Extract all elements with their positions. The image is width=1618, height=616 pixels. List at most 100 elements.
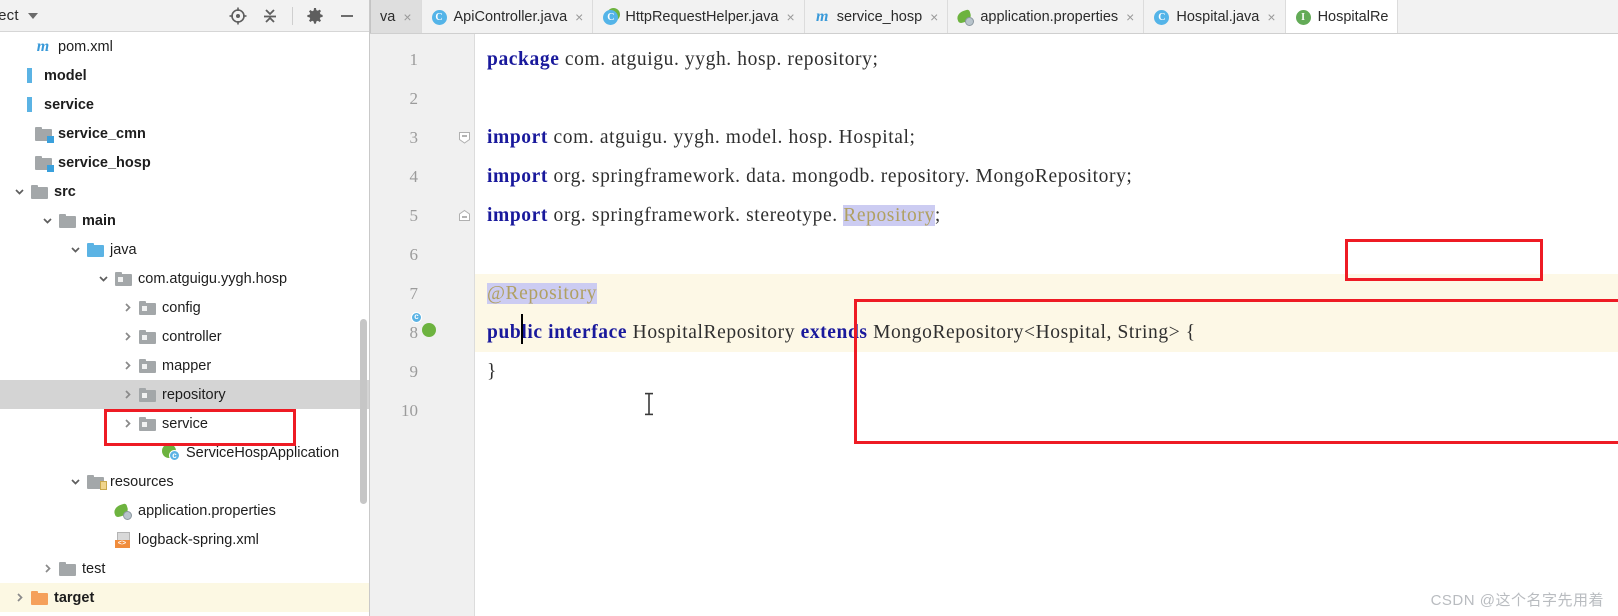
- project-panel-header: oject: [0, 0, 369, 32]
- line-number: 4: [409, 166, 419, 186]
- editor-gutter[interactable]: 1 2 3 4 5 6 7 8 c 9 10: [370, 34, 475, 616]
- line-number: 8: [409, 322, 419, 342]
- tree-item-target[interactable]: target: [0, 583, 369, 612]
- tree-item-label: repository: [162, 386, 226, 403]
- code-line[interactable]: [475, 79, 1618, 118]
- chevron-right-icon[interactable]: [118, 328, 136, 346]
- code-line[interactable]: import org. springframework. data. mongo…: [475, 157, 1618, 196]
- tab-icon: C: [1153, 9, 1170, 26]
- tree-item-controller[interactable]: controller: [0, 322, 369, 351]
- code-line[interactable]: }: [475, 352, 1618, 391]
- gutter-line: 6: [370, 235, 475, 274]
- tree-item-service-cmn[interactable]: service_cmn: [0, 119, 369, 148]
- chevron-right-icon[interactable]: [118, 299, 136, 317]
- tree-item-logback-spring-xml[interactable]: <> logback-spring.xml: [0, 525, 369, 554]
- tree-item-icon: [56, 560, 78, 578]
- tree-item-service-hosp[interactable]: service_hosp: [0, 148, 369, 177]
- tree-item-label: src: [54, 183, 76, 200]
- tab-label: ApiController.java: [453, 9, 568, 25]
- chevron-down-icon[interactable]: [66, 473, 84, 491]
- code-editor[interactable]: 1 2 3 4 5 6 7 8 c 9 10 package com. atguigu. yygh.…: [370, 34, 1618, 616]
- package-icon: [138, 300, 156, 315]
- no-arrow: [94, 531, 112, 549]
- tree-item-config[interactable]: config: [0, 293, 369, 322]
- code-line[interactable]: public interface HospitalRepository exte…: [475, 313, 1618, 352]
- close-icon[interactable]: ×: [930, 9, 938, 25]
- line-number: 3: [409, 127, 419, 147]
- folder-module-icon: [34, 155, 54, 172]
- folder-icon: [30, 184, 48, 199]
- code-content[interactable]: package com. atguigu. yygh. hosp. reposi…: [475, 34, 1618, 616]
- collapse-all-icon[interactable]: [256, 3, 284, 29]
- tree-scrollbar-thumb[interactable]: [360, 319, 367, 504]
- tree-item-resources[interactable]: resources: [0, 467, 369, 496]
- code-token: import: [487, 165, 549, 187]
- gutter-line: 10: [370, 391, 475, 430]
- code-token: import: [487, 204, 549, 226]
- editor-tab-service-hosp[interactable]: m service_hosp ×: [804, 0, 949, 33]
- class-icon: C: [431, 9, 447, 25]
- chevron-right-icon[interactable]: [118, 386, 136, 404]
- tree-item-application-properties[interactable]: application.properties: [0, 496, 369, 525]
- gutter-spring-boot-icon[interactable]: c: [411, 312, 441, 341]
- code-token: e.: [823, 204, 844, 226]
- tree-item-java[interactable]: java: [0, 235, 369, 264]
- code-line[interactable]: import org. springframework. stereotype.…: [475, 196, 1618, 235]
- close-icon[interactable]: ×: [1126, 9, 1134, 25]
- locate-icon[interactable]: [224, 3, 252, 29]
- gutter-line: 8c: [370, 312, 475, 352]
- fold-start-icon[interactable]: [458, 131, 471, 144]
- editor-tab-hospitalre[interactable]: I HospitalRe: [1285, 0, 1399, 33]
- chevron-right-icon[interactable]: [118, 357, 136, 375]
- editor-tab-apicontroller-java[interactable]: C ApiController.java ×: [421, 0, 594, 33]
- fold-end-icon[interactable]: [458, 209, 471, 222]
- project-panel-title[interactable]: oject: [0, 7, 38, 24]
- tab-label: Hospital.java: [1176, 9, 1260, 25]
- tree-item-test[interactable]: test: [0, 554, 369, 583]
- code-line[interactable]: @Repository: [475, 274, 1618, 313]
- chevron-right-icon[interactable]: [10, 589, 28, 607]
- close-icon[interactable]: ×: [575, 9, 583, 25]
- chevron-down-icon[interactable]: [66, 241, 84, 259]
- tree-item-pom-xml[interactable]: m pom.xml: [0, 32, 369, 61]
- close-icon[interactable]: ×: [403, 9, 411, 25]
- chevron-down-icon[interactable]: [38, 212, 56, 230]
- editor-tab-va[interactable]: va ×: [370, 0, 422, 33]
- hide-icon[interactable]: [333, 3, 361, 29]
- editor-tab-httprequesthelper-java[interactable]: C HttpRequestHelper.java ×: [593, 0, 805, 33]
- chevron-down-icon[interactable]: [94, 270, 112, 288]
- tab-label: application.properties: [980, 9, 1119, 25]
- tree-item-mapper[interactable]: mapper: [0, 351, 369, 380]
- close-icon[interactable]: ×: [1267, 9, 1275, 25]
- mouse-ibeam-cursor: [642, 391, 656, 422]
- line-number: 10: [401, 400, 418, 420]
- editor-tab-application-properties[interactable]: application.properties ×: [948, 0, 1145, 33]
- project-tree[interactable]: m pom.xml model service service_cmn service_h…: [0, 32, 369, 616]
- code-line[interactable]: [475, 235, 1618, 274]
- tree-item-label: java: [110, 241, 137, 258]
- chevron-right-icon[interactable]: [118, 415, 136, 433]
- editor-tab-hospital-java[interactable]: C Hospital.java ×: [1144, 0, 1286, 33]
- tree-item-com-atguigu-yygh-hosp[interactable]: com.atguigu.yygh.hosp: [0, 264, 369, 293]
- chevron-right-icon[interactable]: [38, 560, 56, 578]
- editor-tabbar[interactable]: va × C ApiController.java × C HttpRequestHelpe…: [370, 0, 1618, 34]
- close-icon[interactable]: ×: [787, 9, 795, 25]
- spring-leaf-icon: [955, 9, 975, 26]
- tree-item-main[interactable]: main: [0, 206, 369, 235]
- tree-item-servicehospapplication[interactable]: c ServiceHospApplication: [0, 438, 369, 467]
- settings-icon[interactable]: [301, 3, 329, 29]
- tree-item-repository[interactable]: repository: [0, 380, 369, 409]
- tree-item-service[interactable]: service: [0, 90, 369, 119]
- tree-item-service[interactable]: service: [0, 409, 369, 438]
- tree-item-model[interactable]: model: [0, 61, 369, 90]
- tree-item-src[interactable]: src: [0, 177, 369, 206]
- tree-item-label: mapper: [162, 357, 212, 374]
- code-token: com. atguigu. yygh. model. hosp. Hospita…: [548, 126, 916, 148]
- line-number: 5: [409, 205, 419, 225]
- chevron-down-icon[interactable]: [10, 183, 28, 201]
- code-line[interactable]: package com. atguigu. yygh. hosp. reposi…: [475, 40, 1618, 79]
- code-line[interactable]: import com. atguigu. yygh. model. hosp. …: [475, 118, 1618, 157]
- no-arrow: [0, 67, 18, 85]
- tree-item-label: service_hosp: [58, 154, 151, 171]
- tab-icon: [955, 9, 975, 26]
